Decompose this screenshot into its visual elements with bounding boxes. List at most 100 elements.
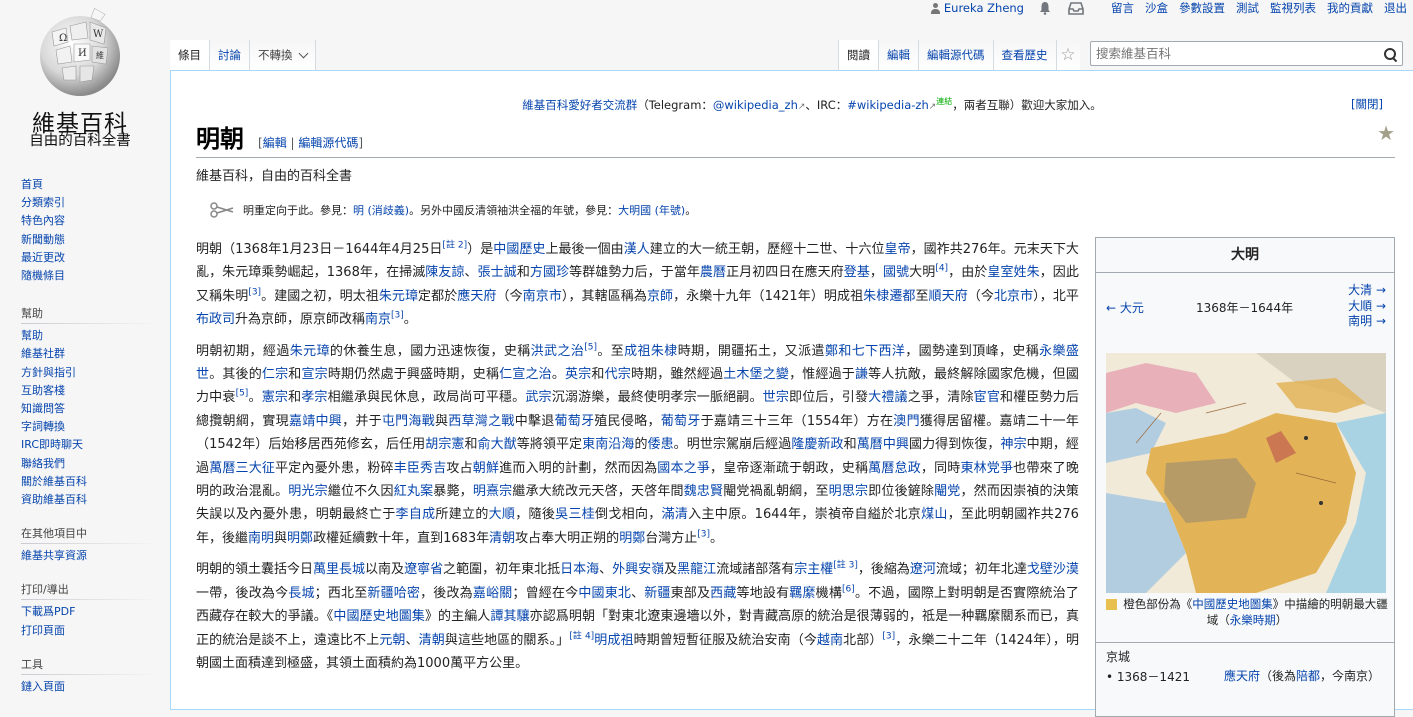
article-link[interactable]: 陳友諒	[425, 265, 464, 280]
infobox-prev-link[interactable]: ← 大元	[1106, 299, 1144, 316]
article-link[interactable]: 滿清	[662, 507, 689, 522]
article-link[interactable]: 戈壁沙漠	[1027, 562, 1079, 577]
article-link[interactable]: 謙	[855, 367, 868, 382]
article-link[interactable]: 長城	[288, 586, 314, 601]
article-link[interactable]: 皇室	[987, 265, 1013, 280]
talk-link[interactable]: 留言	[1111, 0, 1134, 16]
article-link[interactable]: 姓朱	[1014, 265, 1040, 280]
tab-article[interactable]: 條目	[170, 40, 210, 70]
article-link[interactable]: 東南沿海	[582, 437, 634, 452]
sidebar-item-category-index[interactable]: 分類索引	[21, 196, 65, 209]
article-link[interactable]: 英宗	[565, 367, 591, 382]
infobox-secondary-capital-link[interactable]: 陪都	[1296, 669, 1320, 683]
article-link[interactable]: 大順	[489, 507, 516, 522]
article-link[interactable]: 澳門	[893, 414, 920, 429]
article-link[interactable]: 武宗	[525, 390, 551, 405]
sidebar-item-commons[interactable]: 維基共享資源	[21, 549, 87, 562]
sidebar-item-conversion[interactable]: 字詞轉換	[21, 420, 65, 433]
article-link[interactable]: 漢人	[624, 242, 650, 257]
sidebar-item-reference-desk[interactable]: 知識問答	[21, 402, 65, 415]
sidebar-item-featured[interactable]: 特色內容	[21, 214, 65, 227]
article-link[interactable]: 登基	[844, 265, 870, 280]
article-link[interactable]: 日本海	[560, 562, 599, 577]
article-link[interactable]: 遼寧省	[404, 562, 443, 577]
article-link[interactable]: 屯門海戰	[382, 414, 435, 429]
sidebar-item-news[interactable]: 新聞動態	[21, 233, 65, 246]
citation-link[interactable]: [註 3]	[833, 561, 858, 571]
article-link[interactable]: 越南	[817, 633, 843, 648]
article-link[interactable]: 洪武之治	[531, 344, 585, 359]
username[interactable]: Eureka Zheng	[944, 1, 1024, 15]
article-link[interactable]: 清朝	[419, 633, 445, 648]
article-link[interactable]: 清朝	[489, 531, 515, 546]
caption-link-atlas[interactable]: 中國歷史地圖集	[1192, 597, 1273, 611]
tab-read[interactable]: 閱讀	[838, 40, 878, 70]
article-link[interactable]: 明光宗	[288, 484, 328, 499]
article-link[interactable]: 明鄭	[619, 531, 645, 546]
article-link[interactable]: 中國東北	[578, 586, 631, 601]
sidebar-item-about[interactable]: 關於維基百科	[21, 475, 87, 488]
preferences-link[interactable]: 參數設置	[1179, 0, 1225, 16]
sidebar-item-main-page[interactable]: 首頁	[21, 178, 43, 191]
sidebar-item-contact[interactable]: 聯絡我們	[21, 457, 65, 470]
article-link[interactable]: 南京市	[523, 289, 562, 304]
ming-territory-map[interactable]	[1106, 353, 1386, 593]
notice-group-link[interactable]: 維基百科愛好者交流群	[522, 98, 637, 112]
tab-edit[interactable]: 編輯	[878, 40, 918, 70]
article-link[interactable]: 大禮議	[868, 390, 908, 405]
sidebar-item-what-links-here[interactable]: 鏈入頁面	[21, 680, 65, 693]
sidebar-item-printable[interactable]: 打印頁面	[21, 624, 65, 637]
article-link[interactable]: 明思宗	[829, 484, 869, 499]
article-link[interactable]: 中國歷史地圖集	[333, 609, 425, 624]
article-link[interactable]: 七下西洋	[852, 344, 906, 359]
citation-link[interactable]: [4]	[935, 264, 948, 274]
article-link[interactable]: 方國珍	[530, 265, 569, 280]
article-link[interactable]: 葡萄牙	[555, 414, 595, 429]
article-link[interactable]: 南京	[365, 312, 391, 327]
citation-link[interactable]: [6]	[842, 584, 855, 594]
article-link[interactable]: 代宗	[605, 367, 631, 382]
article-link[interactable]: 仁宗	[262, 367, 288, 382]
heading-edit-source-link[interactable]: 編輯源代碼	[298, 136, 358, 150]
article-link[interactable]: 明成祖	[594, 633, 633, 648]
article-link[interactable]: 明熹宗	[473, 484, 513, 499]
user-link[interactable]: Eureka Zheng	[930, 1, 1024, 15]
article-link[interactable]: 萬曆三大征	[209, 461, 275, 476]
article-link[interactable]: 神宗	[1001, 437, 1027, 452]
sidebar-item-irc[interactable]: IRC即時聊天	[21, 438, 83, 451]
article-link[interactable]: 煤山	[921, 507, 948, 522]
sidebar-item-random[interactable]: 隨機條目	[21, 269, 65, 282]
beta-link[interactable]: 測試	[1236, 0, 1259, 16]
article-link[interactable]: 俞大猷	[478, 437, 517, 452]
watchlist-link[interactable]: 監視列表	[1270, 0, 1316, 16]
article-link[interactable]: 仁宣之治	[499, 367, 552, 382]
infobox-next-shun[interactable]: 大順 →	[1348, 299, 1386, 315]
infobox-capital-link[interactable]: 應天府	[1224, 669, 1260, 683]
hatnote-link-disambig[interactable]: 明 (消歧義)	[353, 204, 409, 217]
sidebar-item-donate[interactable]: 資助維基百科	[21, 493, 87, 506]
notice-irc-link[interactable]: #wikipedia-zh	[847, 98, 928, 112]
article-link[interactable]: 胡宗憲	[425, 437, 464, 452]
citation-link[interactable]: [5]	[236, 389, 249, 399]
article-link[interactable]: 世宗	[763, 390, 789, 405]
sidebar-item-download-pdf[interactable]: 下載爲PDF	[21, 605, 75, 618]
article-link[interactable]: 李自成	[396, 507, 436, 522]
article-link[interactable]: 皇帝	[885, 242, 911, 257]
notices-tray-icon[interactable]	[1068, 1, 1084, 15]
site-logo[interactable]: Ω W И 維 維基百科 自由的百科全書	[0, 0, 160, 160]
article-link[interactable]: 張士誠	[478, 265, 517, 280]
article-link[interactable]: 順天府	[929, 289, 968, 304]
tab-talk[interactable]: 討論	[210, 40, 250, 70]
article-link[interactable]: 朱棣	[863, 289, 889, 304]
article-link[interactable]: 葡萄牙	[661, 414, 701, 429]
article-link[interactable]: 嘉峪關	[473, 586, 513, 601]
citation-link[interactable]: [3]	[882, 631, 895, 641]
article-link[interactable]: 丰臣秀吉	[394, 461, 447, 476]
article-link[interactable]: 萬曆中興	[857, 437, 909, 452]
hatnote-link-era[interactable]: 大明國 (年號)	[618, 204, 685, 217]
article-link[interactable]: 黑龍江	[677, 562, 716, 577]
article-link[interactable]: 布政司	[196, 312, 235, 327]
article-link[interactable]: 國號	[883, 265, 909, 280]
search-icon[interactable]	[1381, 45, 1399, 63]
notice-telegram-link[interactable]: @wikipedia_zh	[713, 98, 798, 112]
